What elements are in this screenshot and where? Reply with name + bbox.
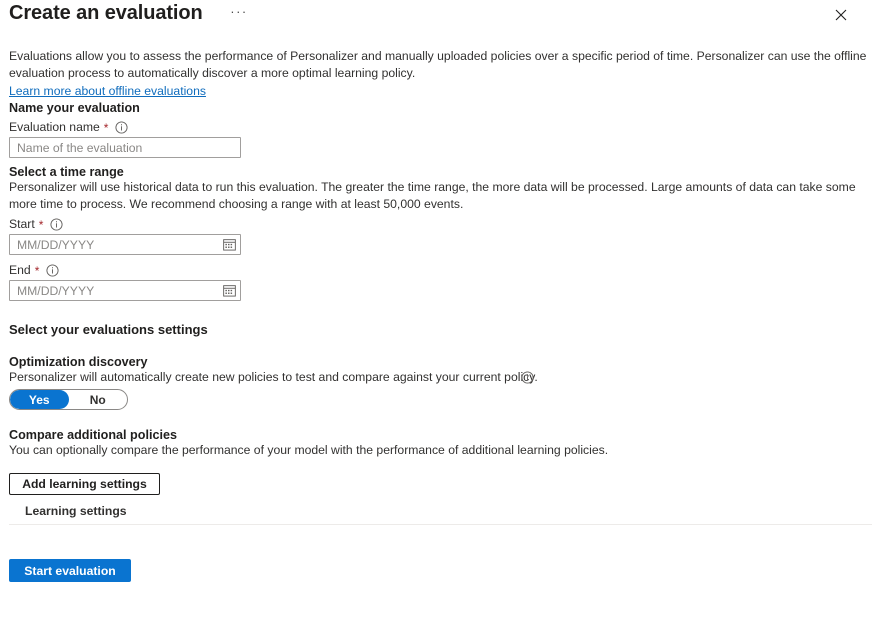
start-evaluation-button[interactable]: Start evaluation	[9, 559, 131, 582]
required-asterisk: *	[104, 122, 109, 134]
subheading-optimization-discovery: Optimization discovery	[9, 354, 148, 370]
info-icon[interactable]	[115, 121, 128, 134]
toggle-option-no[interactable]: No	[69, 390, 128, 409]
divider	[9, 524, 872, 525]
evaluation-name-input[interactable]	[9, 137, 241, 158]
optimization-discovery-toggle[interactable]: Yes No	[9, 389, 128, 410]
end-date-label-text: End	[9, 262, 31, 278]
add-learning-settings-button[interactable]: Add learning settings	[9, 473, 160, 495]
section-heading-name: Name your evaluation	[9, 100, 140, 116]
start-date-input[interactable]	[9, 234, 241, 255]
panel-header: Create an evaluation ···	[0, 0, 872, 36]
learning-settings-column-header[interactable]: Learning settings	[25, 503, 127, 519]
start-date-label: Start *	[9, 216, 63, 232]
end-date-label: End *	[9, 262, 59, 278]
calendar-icon[interactable]	[222, 283, 236, 297]
evaluation-name-label: Evaluation name *	[9, 119, 128, 135]
intro-paragraph: Evaluations allow you to assess the perf…	[9, 48, 871, 81]
learn-more-link[interactable]: Learn more about offline evaluations	[9, 83, 206, 99]
close-icon[interactable]	[830, 4, 852, 26]
start-date-label-text: Start	[9, 216, 35, 232]
calendar-icon[interactable]	[222, 237, 236, 251]
toggle-option-yes[interactable]: Yes	[10, 390, 69, 409]
required-asterisk: *	[39, 219, 44, 231]
required-asterisk: *	[35, 265, 40, 277]
ellipsis-icon[interactable]: ···	[228, 3, 250, 25]
info-icon[interactable]	[50, 218, 63, 231]
optimization-description: Personalizer will automatically create n…	[9, 369, 569, 386]
info-icon[interactable]	[521, 371, 534, 384]
compare-description: You can optionally compare the performan…	[9, 442, 709, 459]
evaluation-name-label-text: Evaluation name	[9, 119, 100, 135]
time-range-paragraph: Personalizer will use historical data to…	[9, 179, 872, 212]
end-date-input[interactable]	[9, 280, 241, 301]
subheading-compare-policies: Compare additional policies	[9, 427, 177, 443]
info-icon[interactable]	[46, 264, 59, 277]
page-title: Create an evaluation	[9, 0, 203, 26]
create-evaluation-panel: Create an evaluation ··· Evaluations all…	[0, 0, 872, 619]
section-heading-time-range: Select a time range	[9, 164, 124, 180]
section-heading-evaluation-settings: Select your evaluations settings	[9, 322, 208, 338]
ellipsis-glyph: ···	[230, 5, 248, 18]
